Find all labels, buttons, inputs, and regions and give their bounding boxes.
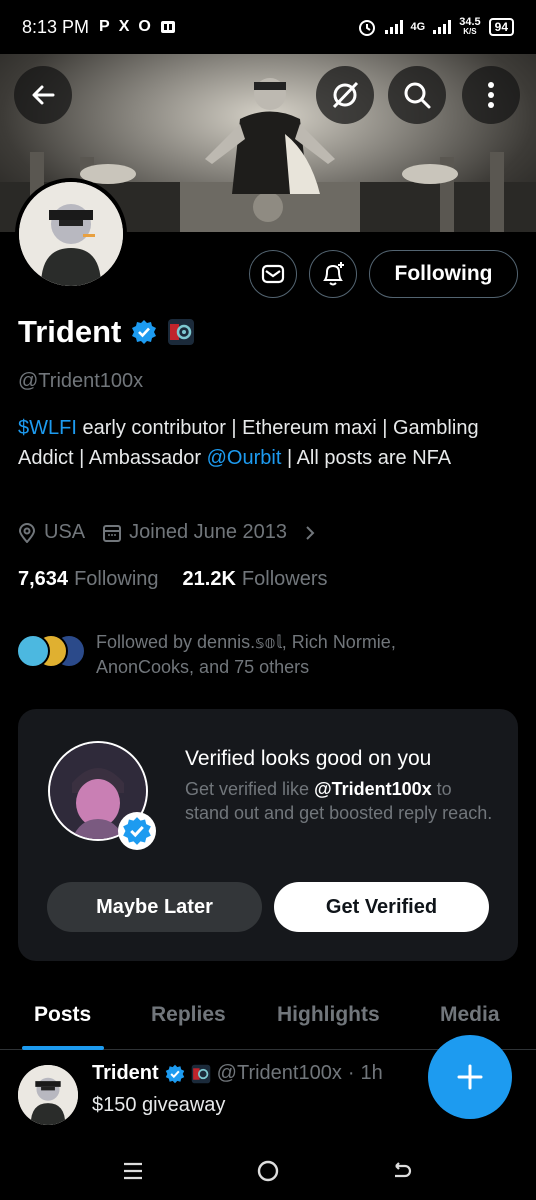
status-bar: 8:13 PM P X O 4G 34.5 K/S 94 [0, 0, 536, 54]
grok-icon [332, 81, 359, 109]
followers-label: Followers [241, 568, 328, 590]
post-time: 1h [360, 1062, 383, 1084]
home-button[interactable] [253, 1158, 283, 1184]
followers-stat[interactable]: 21.2K Followers [183, 568, 328, 591]
arrow-left-icon [32, 85, 55, 105]
network-type: 4G [410, 21, 426, 33]
followed-by-text: Followed by dennis.𝕤𝕠𝕝, Rich Normie, Ano… [96, 632, 396, 677]
affiliate-badge-icon [168, 319, 195, 345]
profile-avatar[interactable] [15, 178, 127, 290]
x-notification-icon: X [118, 18, 130, 35]
bio-cashtag-link[interactable]: $WLFI [18, 417, 77, 439]
following-count: 7,634 [18, 568, 69, 590]
tab-posts[interactable]: Posts [34, 1003, 91, 1027]
recent-apps-button[interactable] [118, 1158, 148, 1184]
opera-notification-icon: O [138, 18, 151, 35]
profile-handle: @Trident100x [18, 370, 144, 392]
following-label: Following [74, 568, 159, 590]
profile-bio: $WLFI early contributor | Ethereum maxi … [18, 413, 488, 473]
news-notification-icon [160, 21, 175, 33]
more-vertical-icon [488, 82, 494, 108]
paypal-notification-icon: P [99, 18, 110, 35]
tab-highlights[interactable]: Highlights [277, 1003, 380, 1027]
profile-stats: 7,634 Following 21.2K Followers [18, 568, 352, 591]
home-circle-icon [257, 1160, 279, 1182]
grok-button[interactable] [316, 66, 374, 124]
post-author-handle: @Trident100x [216, 1062, 342, 1084]
cell-signal-icon [433, 20, 452, 34]
back-button[interactable] [14, 66, 72, 124]
notification-icons: P X O [99, 18, 176, 36]
notification-subscribe-button[interactable] [309, 250, 357, 298]
plus-icon [457, 1064, 483, 1090]
location-pin-icon [18, 522, 36, 543]
back-nav-button[interactable] [386, 1158, 416, 1184]
profile-name-row: Trident [18, 314, 195, 350]
promo-title: Verified looks good on you [185, 747, 432, 770]
compose-post-button[interactable] [428, 1035, 512, 1119]
promo-subtitle: Get verified like @Trident100x to stand … [185, 777, 495, 825]
maybe-later-button[interactable]: Maybe Later [47, 882, 262, 932]
follower-avatars [16, 630, 86, 668]
chevron-right-icon [306, 525, 315, 540]
promo-subtitle-pre: Get verified like [185, 779, 315, 799]
active-tab-indicator [22, 1046, 104, 1050]
tab-media[interactable]: Media [440, 1003, 500, 1027]
post-text[interactable]: $150 giveaway [92, 1094, 225, 1117]
following-stat[interactable]: 7,634 Following [18, 568, 159, 591]
calendar-icon [103, 524, 122, 542]
battery-level: 94 [488, 18, 514, 36]
system-navigation-bar [0, 1142, 536, 1200]
post-avatar-image [18, 1065, 78, 1125]
verified-badge-icon [165, 1064, 184, 1083]
location-text: USA [44, 521, 86, 543]
followed-by-row[interactable]: Followed by dennis.𝕤𝕠𝕝, Rich Normie, Ano… [16, 630, 476, 680]
tab-replies[interactable]: Replies [151, 1003, 226, 1027]
post-author-name[interactable]: Trident [92, 1062, 159, 1085]
search-button[interactable] [388, 66, 446, 124]
profile-joined[interactable]: Joined June 2013 [103, 521, 317, 544]
bio-text-2: | All posts are NFA [281, 447, 452, 469]
post-separator: · [347, 1062, 355, 1084]
menu-lines-icon [124, 1162, 142, 1180]
bio-mention-link[interactable]: @Ourbit [207, 447, 282, 469]
back-arrow-icon [395, 1162, 412, 1178]
following-button[interactable]: Following [369, 250, 518, 298]
network-speed-unit: K/S [463, 27, 477, 36]
get-verified-button[interactable]: Get Verified [274, 882, 489, 932]
alarm-icon [358, 20, 375, 36]
more-options-button[interactable] [462, 66, 520, 124]
network-speed-value: 34.5 [459, 16, 481, 28]
post-author-avatar[interactable] [18, 1065, 78, 1125]
search-icon [404, 82, 431, 109]
follower-avatar [16, 634, 50, 668]
verified-promo-card: Verified looks good on you Get verified … [18, 709, 518, 961]
message-button[interactable] [249, 250, 297, 298]
joined-text: Joined June 2013 [129, 521, 288, 543]
verified-badge-icon [123, 817, 151, 845]
network-speed: 34.5 K/S [459, 17, 480, 37]
affiliate-badge-icon [191, 1064, 210, 1083]
profile-name: Trident [18, 314, 122, 349]
followers-count: 21.2K [182, 568, 236, 590]
avatar-image [19, 182, 123, 286]
envelope-icon [261, 264, 285, 284]
promo-verified-badge [118, 812, 156, 850]
profile-location: USA [18, 521, 85, 544]
promo-subtitle-handle: @Trident100x [314, 779, 432, 799]
status-time: 8:13 PM [22, 16, 90, 37]
profile-meta: USA Joined June 2013 [18, 521, 335, 544]
verified-badge-icon [132, 320, 157, 344]
wifi-signal-icon [384, 20, 403, 34]
post-header: Trident @Trident100x · 1h [92, 1062, 383, 1085]
bell-plus-icon [323, 262, 344, 286]
